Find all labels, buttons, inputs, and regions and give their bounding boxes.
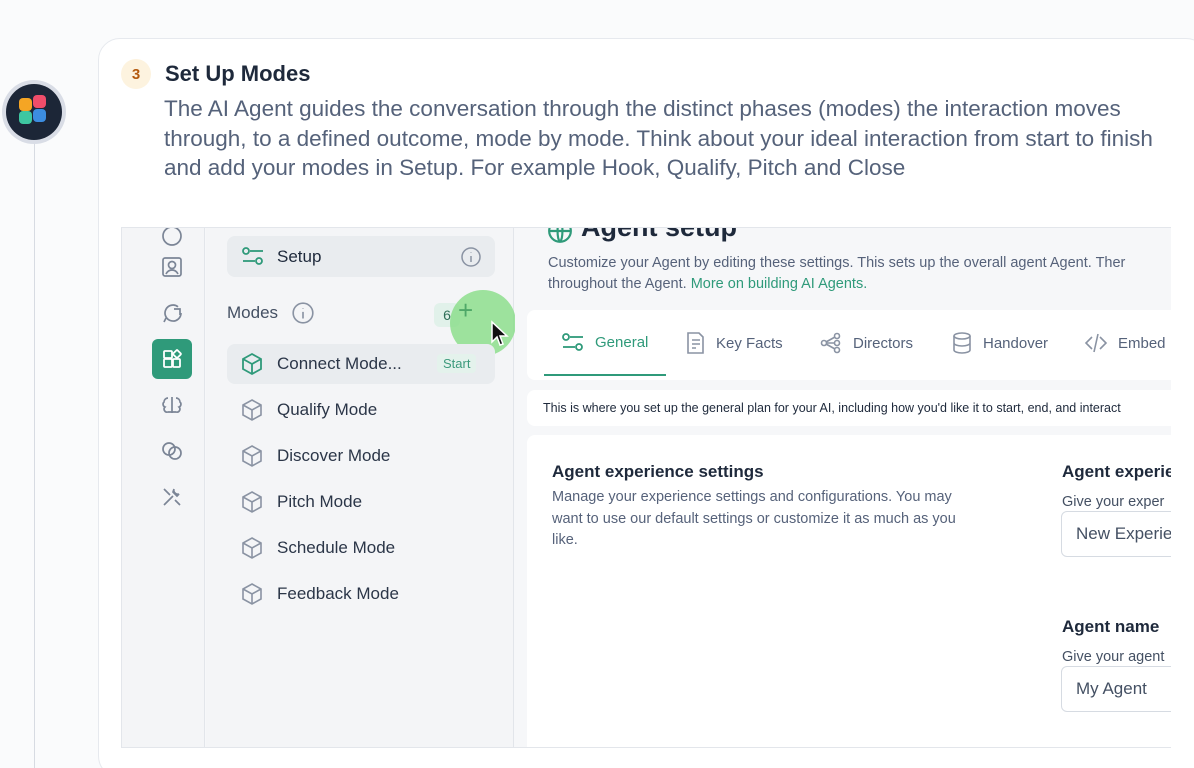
mode-item[interactable]: Discover Mode (227, 436, 495, 476)
screenshot-frame: Setup Modes 6 + Connect Mode... Start Qu… (121, 227, 1171, 748)
tab-handover[interactable]: Handover (951, 310, 1048, 376)
cube-icon (242, 537, 262, 559)
cube-icon (242, 583, 262, 605)
agent-name-title: Agent name (1062, 617, 1160, 636)
mode-label: Connect Mode... (277, 354, 402, 373)
mode-label: Discover Mode (277, 446, 391, 465)
settings-tabs: General Key Facts Directors Handover Emb… (527, 310, 1171, 380)
modes-panel: Setup Modes 6 + Connect Mode... Start Qu… (206, 228, 516, 747)
timeline-line (34, 140, 35, 768)
experience-subtitle: Give your exper (1062, 494, 1165, 510)
integrations-icon[interactable] (152, 431, 192, 471)
step-description: The AI Agent guides the conversation thr… (164, 96, 1153, 180)
agent-setup-description: Customize your Agent by editing these se… (548, 255, 1126, 292)
globe-icon (548, 228, 572, 243)
settings-title: Agent experience settings (552, 462, 764, 481)
modes-icon[interactable] (152, 339, 192, 379)
app-avatar (2, 80, 66, 144)
agent-setup-content: Agent setup Customize your Agent by edit… (515, 228, 1171, 747)
step-title: Set Up Modes (165, 61, 311, 86)
mode-item[interactable]: Schedule Mode (227, 528, 495, 568)
brain-icon[interactable] (152, 385, 192, 425)
sliders-icon (242, 247, 263, 265)
mode-label: Feedback Mode (277, 584, 399, 603)
settings-description: Manage your experience settings and conf… (552, 489, 956, 548)
agent-setup-title: Agent setup (581, 227, 738, 242)
experience-name-input[interactable]: New Experie (1061, 511, 1171, 557)
mode-item[interactable]: Qualify Mode (227, 390, 495, 430)
info-icon[interactable] (460, 246, 482, 268)
tools-icon[interactable] (152, 477, 192, 517)
code-icon (1084, 333, 1108, 353)
app-logo-icon (6, 84, 62, 140)
building-agents-link[interactable]: More on building AI Agents. (691, 276, 868, 292)
cube-icon (242, 399, 262, 421)
contacts-icon[interactable] (152, 247, 192, 287)
sliders-icon (562, 333, 583, 351)
mode-item[interactable]: Connect Mode... Start (227, 344, 495, 384)
cube-icon (242, 445, 262, 467)
mouse-cursor-icon (491, 320, 509, 346)
experience-settings-card: Agent experience settings Manage your ex… (527, 435, 1171, 747)
tab-directors[interactable]: Directors (819, 310, 913, 376)
modes-header: Modes (227, 302, 314, 324)
mode-item[interactable]: Pitch Mode (227, 482, 495, 522)
experience-title: Agent experie (1062, 462, 1171, 481)
start-badge: Start (437, 354, 477, 373)
modes-info-icon[interactable] (291, 301, 315, 325)
tab-general[interactable]: General (544, 310, 666, 376)
tab-key-facts[interactable]: Key Facts (684, 310, 783, 376)
step-card: 3 Set Up Modes The AI Agent guides the c… (98, 38, 1194, 768)
icon-rail (122, 228, 205, 747)
setup-label: Setup (277, 246, 322, 266)
tab-embed[interactable]: Embed (1084, 310, 1166, 376)
setup-item[interactable]: Setup (227, 236, 495, 277)
mode-item[interactable]: Feedback Mode (227, 574, 495, 614)
database-icon (953, 332, 971, 354)
add-mode-button[interactable]: + (458, 297, 473, 323)
mode-label: Qualify Mode (277, 400, 378, 419)
mode-label: Pitch Mode (277, 492, 363, 511)
agent-name-subtitle: Give your agent (1062, 649, 1165, 665)
chat-icon[interactable] (152, 293, 192, 333)
step-number-badge: 3 (121, 59, 151, 89)
cube-icon (242, 491, 262, 513)
network-icon (820, 332, 841, 354)
info-strip: This is where you set up the general pla… (527, 390, 1171, 426)
cube-icon (242, 352, 262, 376)
document-icon (687, 332, 704, 354)
mode-label: Schedule Mode (277, 538, 396, 557)
agent-name-input[interactable]: My Agent (1061, 666, 1171, 712)
